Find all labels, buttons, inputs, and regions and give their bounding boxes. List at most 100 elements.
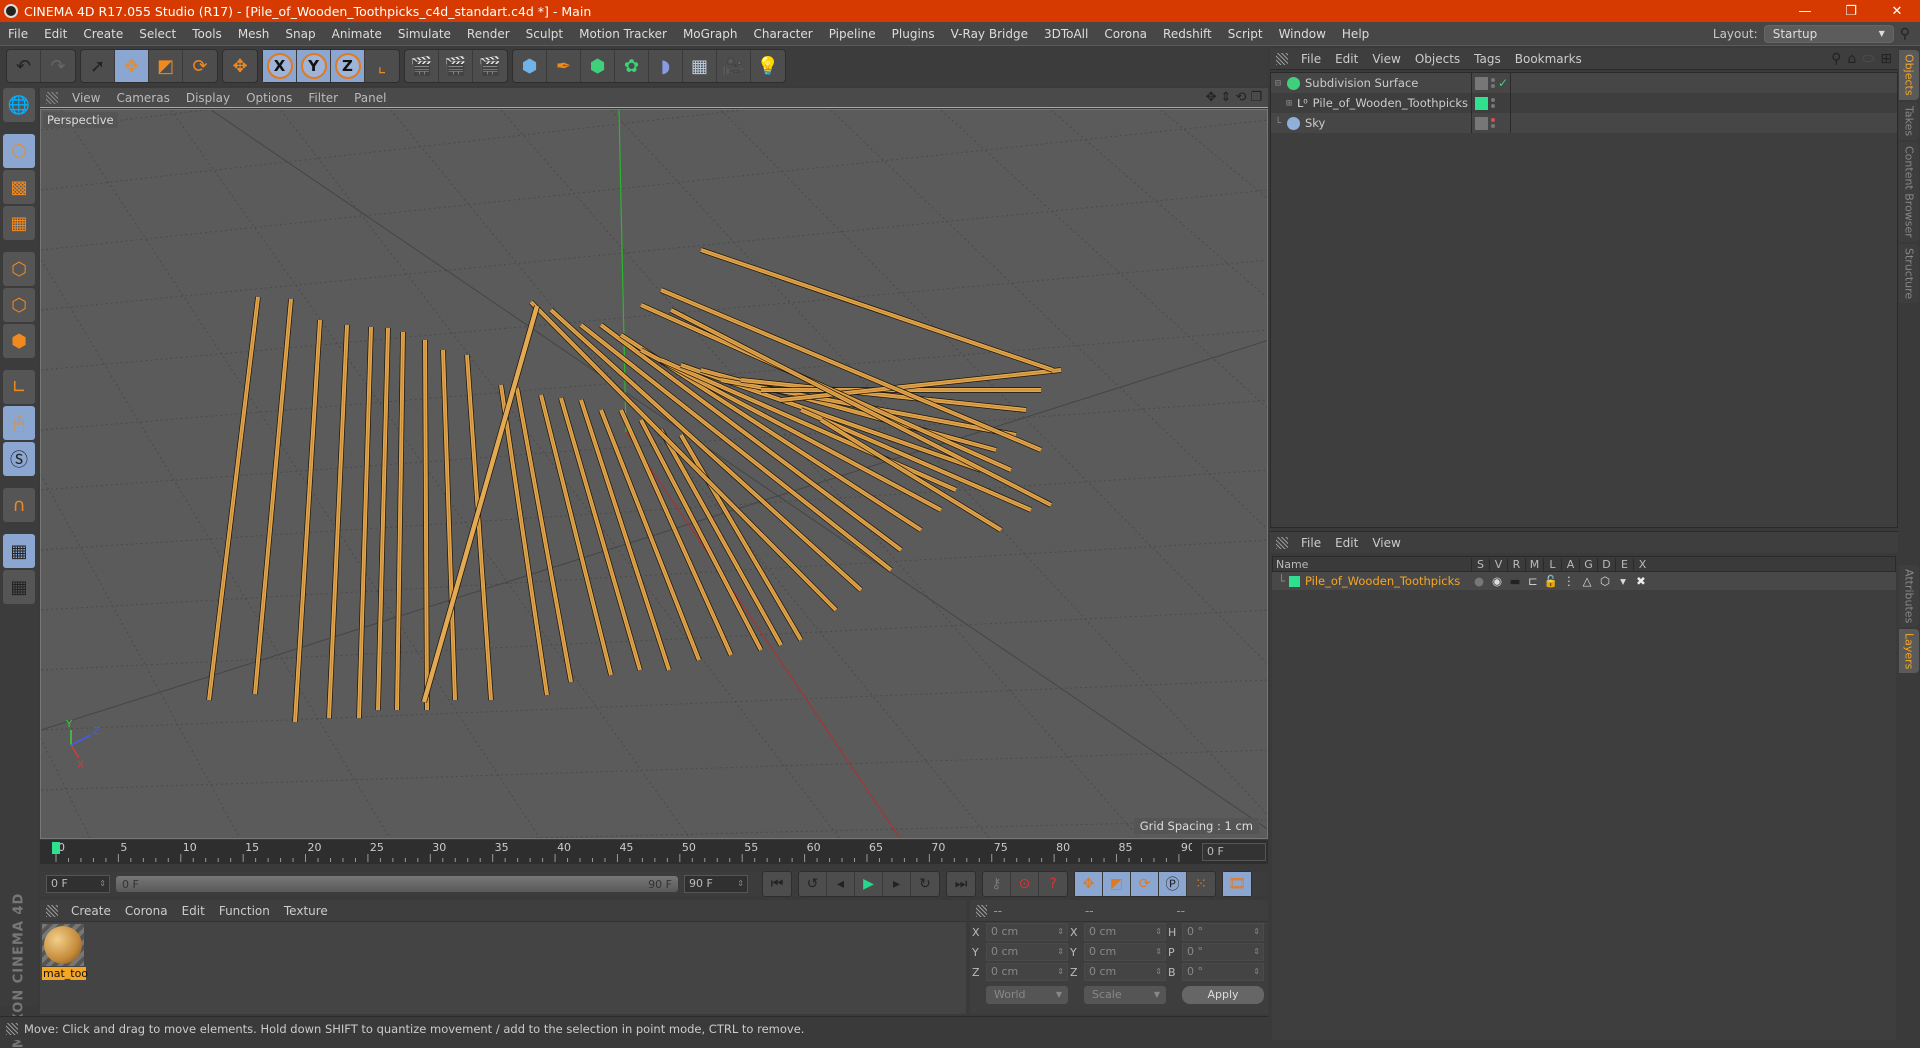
new-panel-icon[interactable]: ⊞ (1880, 51, 1892, 67)
grip-handle[interactable] (976, 904, 988, 917)
menu-animate[interactable]: Animate (324, 27, 390, 41)
subdivision-surface-button[interactable]: ⬢ (581, 50, 615, 82)
home-icon[interactable]: ⌂ (1847, 51, 1856, 67)
previous-key-button[interactable]: ↺ (799, 872, 827, 896)
coordinate-system-button[interactable]: ⌞ (365, 50, 399, 82)
end-frame-field[interactable]: 90 F ⇕ (684, 875, 748, 893)
layer-menu-edit[interactable]: Edit (1328, 536, 1365, 550)
workplane-lock-button[interactable]: ▦ (3, 534, 35, 568)
render-picture-viewer-button[interactable]: 🎬 (439, 50, 473, 82)
polygons-mode-button[interactable]: ⬢ (3, 324, 35, 358)
search-icon[interactable]: ⚲ (1831, 51, 1841, 67)
menu-file[interactable]: File (0, 27, 36, 41)
visibility-dots[interactable] (1491, 98, 1495, 108)
x-axis-toggle[interactable]: X (263, 50, 297, 82)
grip-handle[interactable] (46, 904, 58, 917)
object-menu-file[interactable]: File (1294, 52, 1328, 66)
size-x-field[interactable]: 0 cm ⇕ (1084, 923, 1166, 941)
material-item[interactable]: mat_too (42, 924, 88, 980)
solo-toggle-icon[interactable]: ● (1470, 574, 1488, 588)
material-menu-create[interactable]: Create (64, 904, 118, 918)
rotation-b-field[interactable]: 0 ° ⇕ (1182, 963, 1264, 981)
floor-button[interactable]: ▦ (683, 50, 717, 82)
object-name[interactable]: Pile_of_Wooden_Toothpicks (1313, 96, 1468, 110)
key-position-toggle[interactable]: ✥ (1075, 872, 1103, 896)
redo-button[interactable]: ↷ (41, 50, 75, 82)
viewport-menu-cameras[interactable]: Cameras (108, 91, 177, 105)
timeline-ruler[interactable]: 0 5 10 15 20 25 30 35 40 45 50 55 60 65 70 75 80 85 90 0 F (40, 840, 1268, 864)
enabled-check-icon[interactable]: ✓ (1498, 76, 1508, 90)
grip-handle[interactable] (1276, 536, 1288, 549)
viewport-menu-view[interactable]: View (64, 91, 108, 105)
pen-spline-button[interactable]: ✒ (547, 50, 581, 82)
autokeying-button[interactable]: ⊙ (1011, 872, 1039, 896)
rotate-tool-button[interactable]: ⟳ (183, 50, 217, 82)
column-manager[interactable]: M (1525, 557, 1543, 571)
menu-script[interactable]: Script (1220, 27, 1271, 41)
z-axis-toggle[interactable]: Z (331, 50, 365, 82)
material-menu-corona[interactable]: Corona (118, 904, 175, 918)
generators-toggle-icon[interactable]: △ (1578, 574, 1596, 588)
model-mode-button[interactable]: ⬡ (3, 134, 35, 168)
previous-frame-button[interactable]: ◂ (827, 872, 855, 896)
object-menu-objects[interactable]: Objects (1408, 52, 1467, 66)
expand-toggle[interactable]: ⊞ (1283, 98, 1295, 109)
tab-content-browser[interactable]: Content Browser (1899, 141, 1919, 242)
key-rotation-toggle[interactable]: ⟳ (1131, 872, 1159, 896)
search-icon[interactable]: ⚲ (1900, 26, 1910, 42)
material-menu-edit[interactable]: Edit (175, 904, 212, 918)
timeline-window-button[interactable]: 🎞 (1223, 872, 1251, 896)
menu-simulate[interactable]: Simulate (390, 27, 459, 41)
tab-attributes[interactable]: Attributes (1899, 564, 1919, 627)
key-parameter-toggle[interactable]: Ⓟ (1159, 872, 1187, 896)
viewport-perspective[interactable]: Y Z X Perspective Grid Spacing : 1 cm (40, 109, 1268, 839)
column-visible[interactable]: V (1489, 557, 1507, 571)
pan-view-icon[interactable]: ✥ (1206, 90, 1217, 105)
edges-mode-button[interactable]: ⬡ (3, 288, 35, 322)
position-z-field[interactable]: 0 cm ⇕ (986, 963, 1068, 981)
column-render[interactable]: R (1507, 557, 1525, 571)
render-settings-button[interactable]: 🎬 (473, 50, 507, 82)
size-mode-dropdown[interactable]: Scale ▼ (1084, 986, 1166, 1004)
layer-color-swatch[interactable] (1288, 575, 1300, 587)
current-frame-field[interactable]: 0 F (1202, 843, 1266, 861)
visibility-dots[interactable] (1491, 78, 1495, 88)
viewport-menu-panel[interactable]: Panel (346, 91, 394, 105)
play-button[interactable]: ▶ (855, 872, 883, 896)
undo-button[interactable]: ↶ (7, 50, 41, 82)
menu-redshift[interactable]: Redshift (1155, 27, 1220, 41)
column-animation[interactable]: A (1561, 557, 1579, 571)
tab-layers[interactable]: Layers (1899, 629, 1919, 674)
layout-dropdown[interactable]: Startup ▼ (1763, 24, 1894, 43)
cube-object-button[interactable]: ⬢ (513, 50, 547, 82)
manager-toggle-icon[interactable]: ⊏ (1524, 574, 1542, 588)
expressions-toggle-icon[interactable]: ▾ (1614, 574, 1632, 588)
grip-handle[interactable] (6, 1022, 18, 1035)
tweak-mode-button[interactable]: 🖱 (3, 406, 35, 440)
column-generators[interactable]: G (1579, 557, 1597, 571)
viewport-menu-options[interactable]: Options (238, 91, 300, 105)
menu-snap[interactable]: Snap (277, 27, 323, 41)
key-point-level-toggle[interactable]: ⁙ (1187, 872, 1215, 896)
menu-edit[interactable]: Edit (36, 27, 75, 41)
light-button[interactable]: 💡 (751, 50, 785, 82)
object-row-subdivision-surface[interactable]: ⊟ Subdivision Surface ✓ (1271, 73, 1897, 93)
grip-handle[interactable] (46, 91, 58, 104)
make-editable-button[interactable]: 🌐 (3, 88, 35, 122)
tab-takes[interactable]: Takes (1899, 101, 1919, 140)
menu-window[interactable]: Window (1271, 27, 1334, 41)
menu-vray-bridge[interactable]: V-Ray Bridge (943, 27, 1036, 41)
column-solo[interactable]: S (1471, 557, 1489, 571)
minimize-button[interactable]: — (1782, 0, 1828, 22)
start-frame-field[interactable]: 0 F ⇕ (46, 875, 110, 893)
render-view-button[interactable]: 🎬 (405, 50, 439, 82)
object-row-pile-of-wooden-toothpicks[interactable]: ⊞ L⁰ Pile_of_Wooden_Toothpicks (1271, 93, 1897, 113)
viewport-menu-display[interactable]: Display (178, 91, 238, 105)
coordinate-mode-dropdown[interactable]: World ▼ (986, 986, 1068, 1004)
tab-objects[interactable]: Objects (1899, 50, 1919, 100)
column-locked[interactable]: L (1543, 557, 1561, 571)
menu-corona[interactable]: Corona (1096, 27, 1155, 41)
restore-button[interactable]: ❐ (1828, 0, 1874, 22)
live-selection-button[interactable]: ➚ (81, 50, 115, 82)
object-name[interactable]: Subdivision Surface (1305, 76, 1418, 90)
